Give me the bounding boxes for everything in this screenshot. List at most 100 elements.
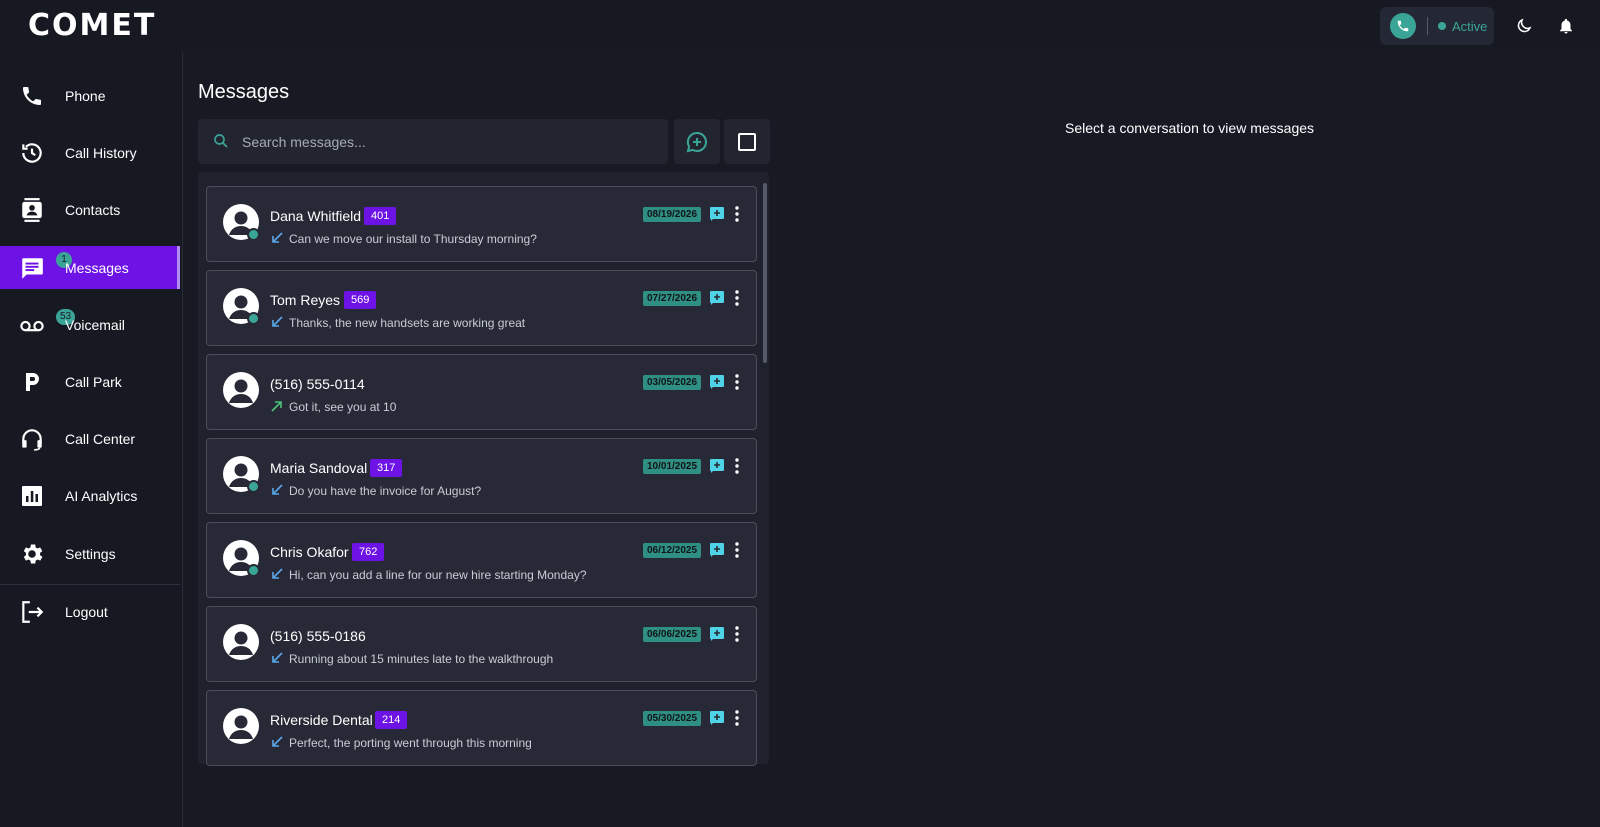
more-options-icon[interactable]	[729, 205, 745, 223]
sidebar-item-call-park[interactable]: Call Park	[0, 360, 180, 403]
phone-icon	[1390, 13, 1416, 39]
message-icon: 1	[19, 251, 72, 281]
conversation-item[interactable]: Tom Reyes 569 Thanks, the new handsets a…	[206, 270, 757, 346]
top-bar: COMET Active	[0, 0, 1600, 52]
sms-icon[interactable]	[709, 374, 725, 390]
headset-icon	[19, 426, 45, 452]
online-status-dot	[247, 228, 260, 241]
sidebar-item-call-center[interactable]: Call Center	[0, 417, 180, 460]
more-options-icon[interactable]	[729, 625, 745, 643]
more-options-icon[interactable]	[729, 289, 745, 307]
status-indicator[interactable]: Active	[1380, 7, 1494, 45]
conversation-item[interactable]: Riverside Dental 214 Perfect, the portin…	[206, 690, 757, 766]
contact-name: Tom Reyes	[270, 292, 341, 308]
select-all-checkbox[interactable]	[724, 119, 770, 164]
contacts-icon	[19, 197, 45, 223]
new-message-button[interactable]	[674, 119, 720, 164]
sidebar-item-phone[interactable]: Phone	[0, 74, 180, 117]
sidebar-item-label: Phone	[65, 87, 106, 104]
more-options-icon[interactable]	[729, 373, 745, 391]
sms-icon[interactable]	[709, 458, 725, 474]
analytics-icon	[19, 483, 45, 509]
date-badge: 06/12/2025	[643, 543, 702, 558]
extension-badge: 569	[344, 291, 377, 309]
contact-name: Dana Whitfield	[270, 208, 362, 224]
history-icon	[19, 140, 45, 166]
contact-name: Chris Okafor	[270, 544, 349, 560]
more-options-icon[interactable]	[729, 541, 745, 559]
search-input[interactable]	[242, 119, 652, 164]
conversation-item[interactable]: Chris Okafor 762 Hi, can you add a line …	[206, 522, 757, 598]
outgoing-arrow-icon	[271, 401, 282, 412]
avatar	[223, 372, 259, 408]
list-scrollbar[interactable]	[763, 183, 767, 363]
message-preview: Perfect, the porting went through this m…	[289, 736, 532, 750]
date-badge: 08/19/2026	[643, 207, 702, 222]
moon-icon[interactable]	[1512, 14, 1536, 38]
more-options-icon[interactable]	[729, 457, 745, 475]
sidebar-item-label: Contacts	[65, 201, 121, 218]
sidebar-item-label: Settings	[65, 545, 116, 562]
extension-badge: 401	[364, 207, 397, 225]
park-icon	[19, 369, 45, 395]
contact-name: Riverside Dental	[270, 712, 373, 728]
comet-logo[interactable]: COMET	[28, 10, 156, 42]
sidebar-item-label: Messages	[65, 259, 129, 276]
sidebar-item-contacts[interactable]: Contacts	[0, 188, 180, 231]
more-options-icon[interactable]	[729, 709, 745, 727]
sidebar-item-label: Call Park	[65, 373, 122, 390]
incoming-arrow-icon	[272, 736, 283, 747]
extension-badge: 214	[375, 711, 408, 729]
sms-icon[interactable]	[709, 542, 725, 558]
incoming-arrow-icon	[272, 568, 283, 579]
sidebar-item-ai-analytics[interactable]: AI Analytics	[0, 474, 180, 517]
avatar	[223, 708, 259, 744]
sidebar-item-label: AI Analytics	[65, 487, 138, 504]
sms-icon[interactable]	[709, 626, 725, 642]
sidebar-item-settings[interactable]: Settings	[0, 532, 180, 575]
avatar	[223, 624, 259, 660]
sms-icon[interactable]	[709, 710, 725, 726]
online-status-dot	[247, 480, 260, 493]
incoming-arrow-icon	[272, 316, 283, 327]
sidebar: Phone Call History Contacts 1 Messages 5…	[0, 52, 183, 827]
sms-icon[interactable]	[709, 206, 725, 222]
logout-icon	[19, 599, 45, 625]
search-bar	[198, 119, 668, 164]
phone-icon	[19, 83, 45, 109]
sidebar-item-call-history[interactable]: Call History	[0, 131, 180, 174]
contact-name: (516) 555-0114	[270, 376, 365, 392]
sidebar-item-label: Voicemail	[65, 316, 125, 333]
conversation-item[interactable]: (516) 555-0114 Got it, see you at 10 03/…	[206, 354, 757, 430]
sidebar-item-label: Call Center	[65, 430, 136, 447]
online-status-dot	[247, 564, 260, 577]
sidebar-item-messages[interactable]: 1 Messages	[0, 246, 180, 289]
message-preview: Hi, can you add a line for our new hire …	[289, 568, 587, 582]
add-message-icon	[686, 131, 707, 152]
conversation-item[interactable]: Maria Sandoval 317 Do you have the invoi…	[206, 438, 757, 514]
active-dot	[1438, 22, 1446, 30]
voicemail-icon: 53	[19, 308, 76, 338]
sidebar-divider	[0, 584, 180, 585]
message-preview: Do you have the invoice for August?	[289, 484, 482, 498]
online-status-dot	[247, 312, 260, 325]
incoming-arrow-icon	[272, 484, 283, 495]
conversation-item[interactable]: (516) 555-0186 Running about 15 minutes …	[206, 606, 757, 682]
sidebar-item-voicemail[interactable]: 53 Voicemail	[0, 303, 180, 346]
date-badge: 10/01/2025	[643, 459, 702, 474]
contact-name: (516) 555-0186	[270, 628, 366, 644]
incoming-arrow-icon	[272, 232, 283, 243]
message-preview: Got it, see you at 10	[289, 400, 397, 414]
logo-text: COMET	[28, 8, 157, 43]
contact-name: Maria Sandoval	[270, 460, 368, 476]
conversation-item[interactable]: Dana Whitfield 401 Can we move our insta…	[206, 186, 757, 262]
message-preview: Can we move our install to Thursday morn…	[289, 232, 537, 246]
sidebar-item-label: Call History	[65, 144, 137, 161]
status-separator	[1427, 17, 1428, 35]
sms-icon[interactable]	[709, 290, 725, 306]
date-badge: 07/27/2026	[643, 291, 702, 306]
bell-icon[interactable]	[1554, 14, 1578, 38]
message-preview: Thanks, the new handsets are working gre…	[289, 316, 526, 330]
extension-badge: 762	[352, 543, 385, 561]
sidebar-item-logout[interactable]: Logout	[0, 590, 180, 633]
